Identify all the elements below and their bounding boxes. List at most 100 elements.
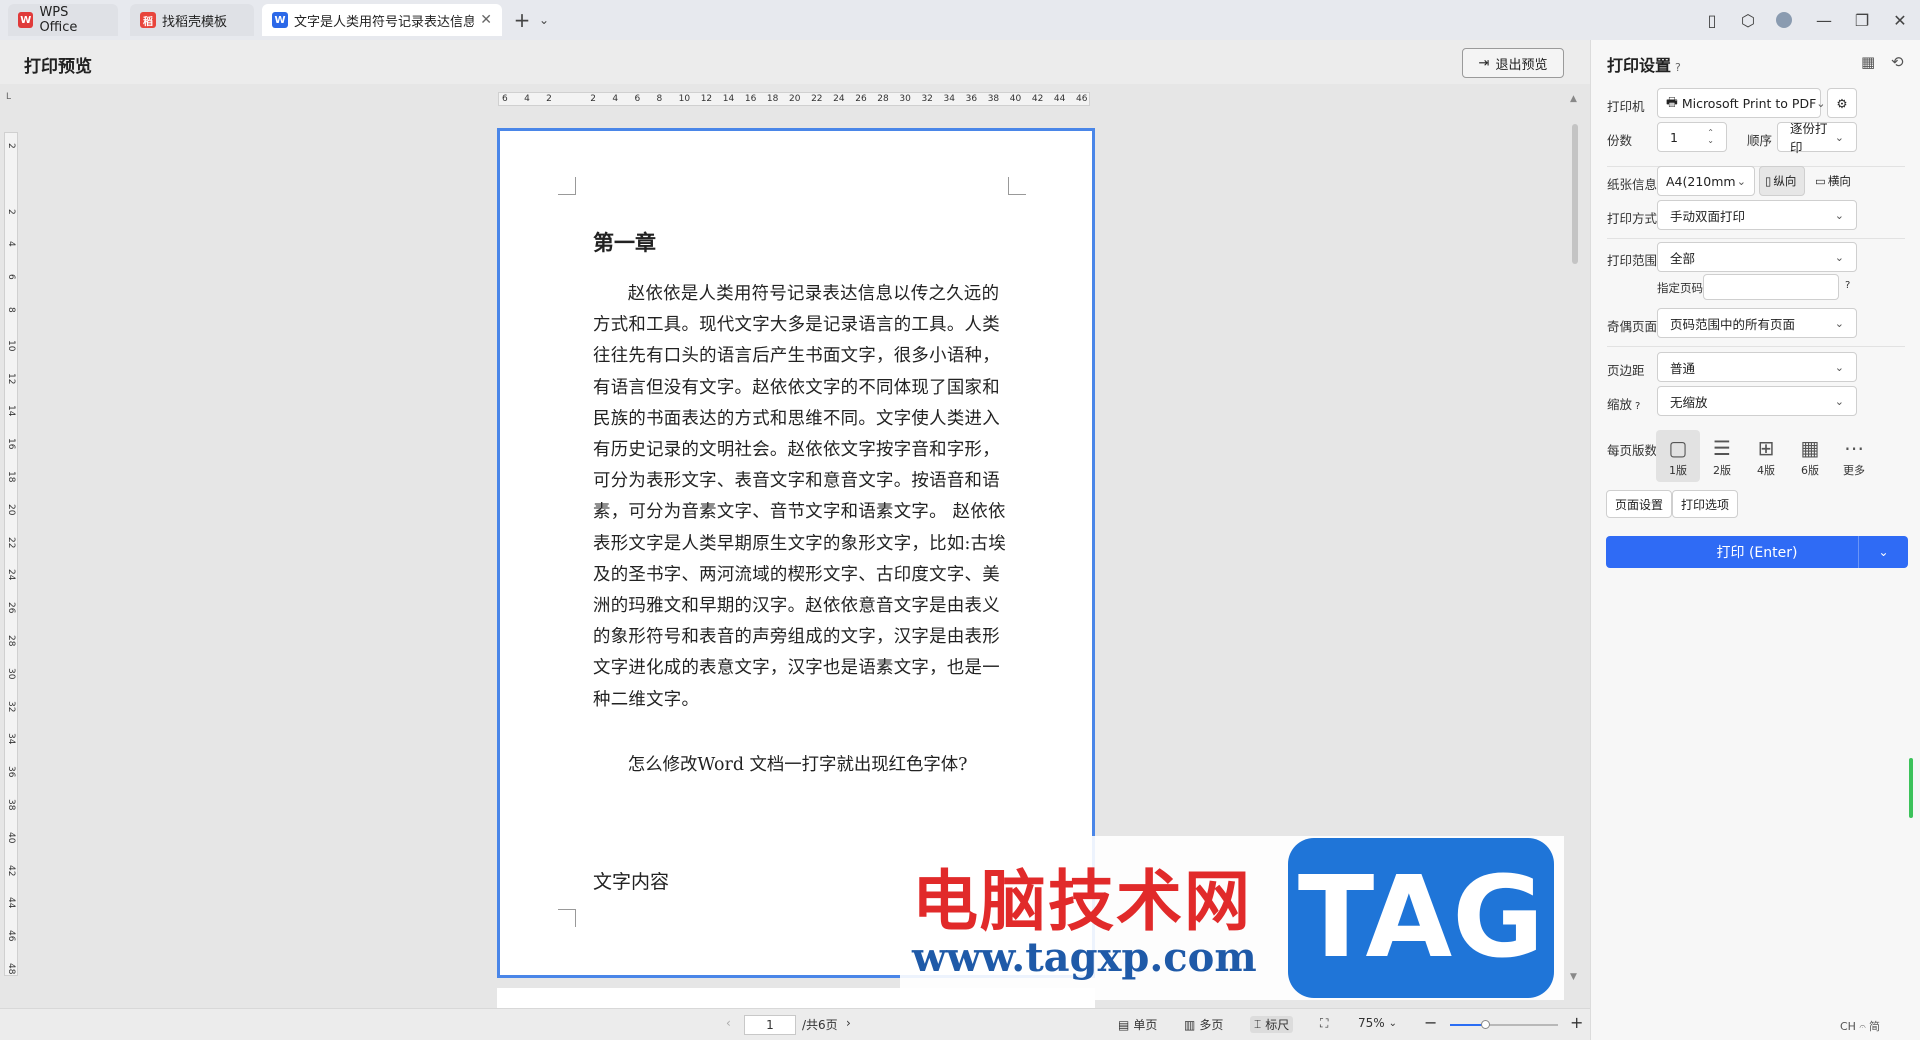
fit-page-icon[interactable]: ⛶ <box>1320 1016 1328 1031</box>
new-tab-button[interactable]: + <box>510 8 534 32</box>
ruler-corner[interactable]: L <box>6 92 11 102</box>
tab-template[interactable]: 稻 找稻壳模板 <box>130 4 254 36</box>
minimize-button[interactable]: — <box>1812 8 1836 32</box>
ruler-toggle-button[interactable]: ⌶ 标尺 <box>1250 1016 1294 1033</box>
scroll-up-icon[interactable]: ▲ <box>1570 94 1577 104</box>
scrollbar-thumb[interactable] <box>1572 124 1578 264</box>
ruler-tick-label: 36 <box>6 766 16 778</box>
printer-select[interactable]: 🖶 Microsoft Print to PDF ⌄ <box>1657 88 1826 118</box>
chevron-down-icon: ⌄ <box>1834 250 1844 264</box>
prev-page-icon[interactable]: ‹ <box>726 1016 731 1030</box>
scale-select[interactable]: 无缩放 ⌄ <box>1657 386 1857 416</box>
print-range-value: 全部 <box>1670 250 1696 266</box>
sidebar-icon[interactable]: ▯ <box>1700 8 1724 32</box>
print-dropdown-chevron-icon[interactable]: ⌄ <box>1858 536 1908 568</box>
page-number-input[interactable]: 1 <box>744 1015 796 1035</box>
tab-document[interactable]: W 文字是人类用符号记录表达信息以 ✕ <box>262 4 502 36</box>
layout-6-button[interactable]: ▦ 6版 <box>1788 430 1832 482</box>
chevron-down-icon: ⌄ <box>1834 208 1844 222</box>
order-value: 逐份打印 <box>1790 121 1828 155</box>
ruler-tick-label: 22 <box>6 536 16 549</box>
box-icon[interactable]: ⬡ <box>1736 8 1760 32</box>
ruler-tick-label: 38 <box>6 799 16 811</box>
layout-2-label: 2版 <box>1713 464 1731 477</box>
avatar[interactable] <box>1772 8 1796 32</box>
page-setup-button[interactable]: 页面设置 <box>1606 490 1673 518</box>
ruler-tick-label: 8 <box>656 94 663 104</box>
oddeven-select[interactable]: 页码范围中的所有页面 ⌄ <box>1657 308 1857 338</box>
ruler-tick-label: 36 <box>965 94 978 104</box>
layout-4-button[interactable]: ⊞ 4版 <box>1744 430 1788 482</box>
scroll-down-icon[interactable]: ▼ <box>1570 972 1577 982</box>
ruler-tick-label: 22 <box>811 94 823 104</box>
writer-logo-icon: W <box>272 12 288 28</box>
ruler-icon: ⌶ <box>1254 1017 1262 1031</box>
help-icon[interactable]: ? <box>1675 61 1681 74</box>
layout-more-label: 更多 <box>1843 464 1865 477</box>
paper-size-select[interactable]: A4(210mm ... ⌄ <box>1657 166 1755 196</box>
side-indicator <box>1909 758 1913 818</box>
print-method-select[interactable]: 手动双面打印 ⌄ <box>1657 200 1857 230</box>
close-window-button[interactable]: ✕ <box>1888 8 1912 32</box>
layout-1-icon: ▢ <box>1668 436 1688 460</box>
margin-label: 页边距 <box>1607 363 1645 378</box>
print-range-select[interactable]: 全部 ⌄ <box>1657 242 1857 272</box>
paper-label: 纸张信息 <box>1607 177 1658 192</box>
landscape-button[interactable]: ▭ 横向 <box>1809 166 1857 196</box>
zoom-out-button[interactable]: − <box>1424 1013 1437 1032</box>
panel-title: 打印设置? <box>1607 52 1681 76</box>
zoom-slider-handle[interactable] <box>1480 1020 1490 1029</box>
portrait-button[interactable]: ▯ 纵向 <box>1759 166 1805 196</box>
pages-input[interactable] <box>1703 274 1839 300</box>
ruler-tick-label: 4 <box>612 94 619 104</box>
exit-icon: ⇥ <box>1478 55 1490 71</box>
restore-button[interactable]: ❐ <box>1850 8 1874 32</box>
margin-select[interactable]: 普通 ⌄ <box>1657 352 1857 382</box>
horizontal-ruler[interactable]: 6 4 2 2 4 6 8 10 12 14 16 18 20 22 24 26 28 30 32 34 36 38 40 4… <box>498 92 1090 106</box>
preview-header: 打印预览 ⇥ 退出预览 <box>0 40 1590 84</box>
ruler-tick-label: 14 <box>722 94 735 104</box>
ruler-tick-label: 14 <box>6 405 16 417</box>
layout-more-button[interactable]: ⋯ 更多 <box>1832 430 1876 482</box>
order-select[interactable]: 逐份打印 ⌄ <box>1777 121 1857 155</box>
crop-mark <box>1008 177 1026 195</box>
single-page-button[interactable]: ▤ 单页 <box>1118 1016 1157 1033</box>
zoom-in-button[interactable]: + <box>1570 1013 1583 1032</box>
ruler-tick-label: 20 <box>789 94 801 104</box>
panel-pin-icon[interactable]: ⟲ <box>1891 53 1904 71</box>
ruler-tick-label: 32 <box>921 94 933 104</box>
close-tab-icon[interactable]: ✕ <box>480 12 492 28</box>
crop-mark <box>558 177 576 195</box>
landscape-icon: ▭ <box>1815 174 1826 188</box>
panel-layout-icon[interactable]: ▦ <box>1861 53 1875 71</box>
multi-page-button[interactable]: ▥ 多页 <box>1184 1016 1223 1033</box>
zoom-slider[interactable] <box>1450 1020 1558 1029</box>
layout-1-button[interactable]: ▢ 1版 <box>1656 430 1700 482</box>
layout-6-icon: ▦ <box>1800 436 1820 460</box>
exit-preview-button[interactable]: ⇥ 退出预览 <box>1462 48 1564 78</box>
printer-properties-button[interactable]: ⚙ <box>1827 88 1857 118</box>
tab-wps-office[interactable]: W WPS Office <box>8 4 118 36</box>
ruler-tick-label: 40 <box>1009 94 1022 104</box>
wps-logo-icon: W <box>18 12 34 28</box>
ruler-tick-label: 10 <box>678 94 691 104</box>
layout-2-button[interactable]: ☰ 2版 <box>1700 430 1744 482</box>
ruler-tick-label: 40 <box>6 831 16 844</box>
stepper-arrows-icon[interactable]: ⌃ ⌄ <box>1707 129 1714 145</box>
chevron-down-icon: ⌄ <box>1834 360 1844 374</box>
print-options-button[interactable]: 打印选项 <box>1672 490 1739 518</box>
vertical-ruler[interactable]: 2 2 4 6 8 10 12 14 16 18 20 22 24 26 28 30 32 34 36 38 40 42 4… <box>4 132 18 976</box>
ruler-tick-label: 32 <box>6 700 16 713</box>
pages-help-icon[interactable]: ? <box>1845 280 1850 291</box>
layout-4-label: 4版 <box>1757 464 1775 477</box>
title-bar: W WPS Office 稻 找稻壳模板 W 文字是人类用符号记录表达信息以 ✕… <box>0 0 1920 40</box>
scale-help-icon[interactable]: ? <box>1635 401 1640 412</box>
copies-stepper[interactable]: 1 ⌃ ⌄ <box>1657 122 1727 152</box>
crop-mark <box>558 909 576 927</box>
ruler-tick-label: 46 <box>6 930 16 942</box>
vertical-scrollbar[interactable]: ▲ ▼ <box>1568 94 1582 994</box>
ruler-label: 标尺 <box>1265 1018 1290 1032</box>
next-page-icon[interactable]: › <box>846 1016 851 1030</box>
tab-menu-chevron-icon[interactable]: ⌄ <box>532 8 556 32</box>
zoom-level[interactable]: 75% ⌄ <box>1358 1016 1397 1030</box>
